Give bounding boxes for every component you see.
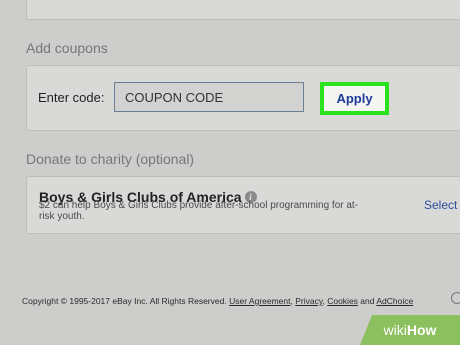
watermark-wiki: wiki bbox=[383, 322, 407, 338]
add-coupons-heading: Add coupons bbox=[26, 40, 108, 56]
cookies-link[interactable]: Cookies bbox=[327, 296, 358, 306]
privacy-link[interactable]: Privacy bbox=[295, 296, 322, 306]
coupon-code-input[interactable] bbox=[114, 82, 304, 112]
footer: Copyright © 1995-2017 eBay Inc. All Righ… bbox=[22, 296, 413, 306]
adchoice-link[interactable]: AdChoice bbox=[376, 296, 413, 306]
copyright-text: Copyright © 1995-2017 eBay Inc. All Righ… bbox=[22, 296, 230, 306]
wikihow-watermark: wiki How bbox=[360, 315, 460, 345]
footer-and: and bbox=[357, 296, 377, 306]
donate-heading: Donate to charity (optional) bbox=[26, 151, 195, 167]
previous-section-card bbox=[26, 0, 460, 20]
charity-description: $2 can help Boys & Girls Clubs provide a… bbox=[39, 200, 359, 222]
select-charity-link[interactable]: Select bbox=[424, 198, 457, 212]
apply-button[interactable]: Apply bbox=[320, 82, 389, 115]
adchoice-icon bbox=[451, 292, 460, 304]
user-agreement-link[interactable]: User Agreement bbox=[229, 296, 290, 306]
watermark-how: How bbox=[406, 322, 437, 338]
enter-code-label: Enter code: bbox=[38, 90, 105, 105]
